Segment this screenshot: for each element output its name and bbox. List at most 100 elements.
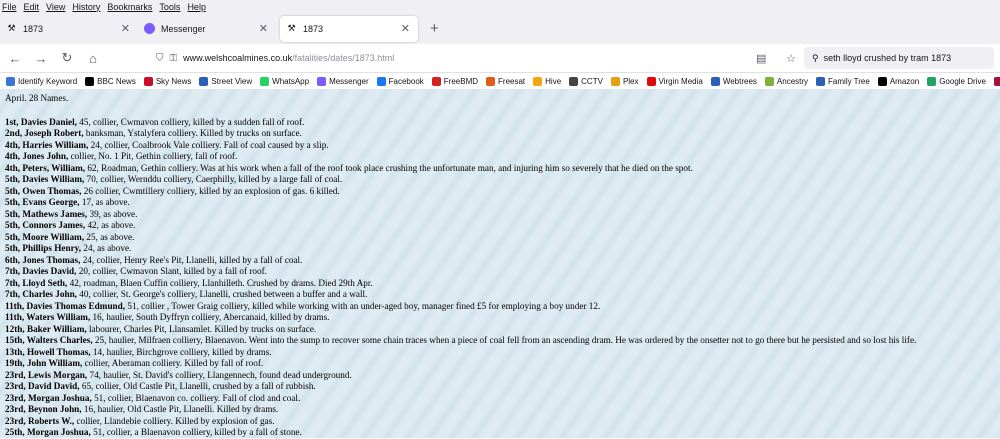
tab-1873-active[interactable]: ⚒ 1873 ✕ xyxy=(280,15,418,42)
reader-view-icon[interactable]: ▤ xyxy=(756,52,766,65)
menu-help[interactable]: Help xyxy=(187,2,206,12)
list-item: 6th, Jones Thomas, 24, collier, Henry Re… xyxy=(5,255,995,267)
entry-details: 42, as above. xyxy=(85,220,136,230)
entry-name: 15th, Walters Charles, xyxy=(5,335,93,345)
bookmark-icon xyxy=(877,76,887,86)
list-item: 5th, Moore William, 25, as above. xyxy=(5,232,995,244)
close-icon[interactable]: ✕ xyxy=(401,22,410,35)
entry-name: 25th, Morgan Joshua, xyxy=(5,427,91,437)
list-item: 5th, Evans George, 17, as above. xyxy=(5,197,995,209)
close-icon[interactable]: ✕ xyxy=(121,22,130,35)
entry-name: 23rd, Lewis Morgan, xyxy=(5,369,88,380)
menu-bar: File Edit View History Bookmarks Tools H… xyxy=(0,0,1000,13)
bookmark-item[interactable]: Virgin Media xyxy=(646,76,703,86)
bookmark-icon xyxy=(260,76,270,86)
list-item: 4th, Jones John, collier, No. 1 Pit, Get… xyxy=(5,151,995,163)
bookmark-icon xyxy=(993,76,1000,86)
close-icon[interactable]: ✕ xyxy=(259,22,268,35)
menu-tools[interactable]: Tools xyxy=(159,2,180,12)
search-box[interactable]: ⚲ seth lloyd crushed by tram 1873 xyxy=(804,47,994,69)
bookmark-label: Identify Keyword xyxy=(18,76,78,86)
bookmark-icon xyxy=(646,76,656,86)
menu-view[interactable]: View xyxy=(46,2,65,12)
list-item: 25th, Morgan Joshua, 51, collier, a Blae… xyxy=(5,427,995,439)
messenger-icon xyxy=(144,23,155,34)
bookmark-item[interactable]: Amazon xyxy=(877,76,919,86)
entry-details: 24, collier, Henry Ree's Pit, Llanelli, … xyxy=(80,254,303,265)
nav-bar: ← → ↻ ⌂ ⛉ ⚿ www.welshcoalmines.co.uk/fat… xyxy=(0,44,1000,73)
bookmark-item[interactable]: Facebook xyxy=(376,76,424,86)
bookmark-label: Plex xyxy=(622,76,639,86)
bookmark-star-icon[interactable]: ☆ xyxy=(786,52,796,65)
bookmark-item[interactable]: Webtrees xyxy=(710,76,757,86)
list-item: 12th, Baker William, labourer, Charles P… xyxy=(5,324,995,336)
bookmark-icon xyxy=(610,76,620,86)
menu-bookmarks[interactable]: Bookmarks xyxy=(107,2,152,12)
entry-name: 11th, Waters William, xyxy=(5,312,91,322)
entry-details: labourer, Charles Pit, Llansamlet. Kille… xyxy=(86,323,317,334)
entry-name: 4th, Jones John, xyxy=(5,151,69,161)
entry-details: 51, collier , Tower Graig colliery, kill… xyxy=(125,300,601,311)
bookmark-icon xyxy=(317,76,327,86)
entry-name: 23rd, Beynon John, xyxy=(5,404,82,414)
list-item: 15th, Walters Charles, 25, haulier, Milf… xyxy=(5,335,995,347)
home-button[interactable]: ⌂ xyxy=(82,51,104,66)
entry-details: 45, collier, Cwmavon colliery, killed by… xyxy=(76,116,305,127)
lock-icon[interactable]: ⚿ xyxy=(170,53,178,64)
entry-details: 70, collier, Wernddu colliery, Caerphill… xyxy=(84,174,343,184)
entry-name: 5th, Davies William, xyxy=(5,174,85,184)
bookmark-item[interactable]: Notebooks xyxy=(993,76,1000,86)
bookmark-item[interactable]: Google Drive xyxy=(927,76,986,86)
bookmark-item[interactable]: Hive xyxy=(533,76,561,86)
tab-strip: ⚒ 1873 ✕ Messenger ✕ ⚒ 1873 ✕ + xyxy=(0,13,1000,44)
bookmark-label: Facebook xyxy=(388,76,424,86)
reload-button[interactable]: ↻ xyxy=(56,50,78,66)
menu-file[interactable]: File xyxy=(2,2,17,12)
list-item: 7th, Davies David, 20, collier, Cwmavon … xyxy=(5,266,995,278)
list-item: 23rd, Morgan Joshua, 51, collier, Blaena… xyxy=(5,393,995,405)
url-bar[interactable]: ⛉ ⚿ www.welshcoalmines.co.uk/fatalities/… xyxy=(156,47,756,69)
entry-details: 17, as above. xyxy=(79,197,130,207)
list-item: 5th, Owen Thomas, 26 collier, Cwmtillery… xyxy=(5,186,995,198)
entry-name: 2nd, Joseph Robert, xyxy=(5,128,84,138)
bookmark-item[interactable]: Sky News xyxy=(143,76,191,86)
bookmark-item[interactable]: WhatsApp xyxy=(260,76,309,86)
bookmark-item[interactable]: Freesat xyxy=(486,76,525,86)
entry-name: 5th, Phillips Henry, xyxy=(5,243,82,253)
menu-history[interactable]: History xyxy=(72,2,100,12)
url-path: /fatalities/dates/1873.html xyxy=(292,53,395,63)
bookmark-label: Webtrees xyxy=(722,76,757,86)
tab-messenger[interactable]: Messenger ✕ xyxy=(138,16,276,42)
bookmark-item[interactable]: Identify Keyword xyxy=(6,76,78,86)
entry-details: banksman, Ystalyfera colliery. Killed by… xyxy=(83,128,302,138)
bookmark-item[interactable]: Street View xyxy=(199,76,252,86)
forward-button[interactable]: → xyxy=(30,51,52,66)
bookmark-item[interactable]: CCTV xyxy=(569,76,603,86)
list-item: 13th, Howell Thomas, 14, haulier, Birchg… xyxy=(5,347,995,359)
entry-details: 51, collier, a Blaenavon colliery, kille… xyxy=(90,427,302,437)
entry-details: 14, haulier, Birchgrove colliery, killed… xyxy=(90,346,272,357)
bookmark-item[interactable]: Family Tree xyxy=(816,76,870,86)
bookmark-label: Messenger xyxy=(329,76,369,86)
back-button[interactable]: ← xyxy=(4,51,26,66)
search-input[interactable]: seth lloyd crushed by tram 1873 xyxy=(824,53,952,63)
entry-name: 5th, Connors James, xyxy=(5,220,86,230)
bookmark-item[interactable]: FreeBMD xyxy=(431,76,478,86)
bookmark-icon xyxy=(6,76,15,86)
shield-icon[interactable]: ⛉ xyxy=(156,53,164,64)
entry-name: 7th, Lloyd Seth, xyxy=(5,277,68,288)
bookmark-item[interactable]: BBC News xyxy=(85,76,136,86)
entry-details: collier, No. 1 Pit, Gethin colliery, fal… xyxy=(68,151,238,161)
page-heading: April. 28 Names. xyxy=(5,93,69,103)
tab-1873-first[interactable]: ⚒ 1873 ✕ xyxy=(0,16,138,42)
new-tab-button[interactable]: + xyxy=(430,20,439,37)
url-actions: ▤ ☆ xyxy=(756,52,796,65)
menu-edit[interactable]: Edit xyxy=(24,2,40,12)
entry-name: 4th, Harries William, xyxy=(5,139,89,150)
bookmark-label: Family Tree xyxy=(828,76,870,86)
bookmark-item[interactable]: Messenger xyxy=(317,76,369,86)
bookmark-item[interactable]: Plex xyxy=(610,76,639,86)
bookmark-icon xyxy=(85,76,95,86)
bookmark-item[interactable]: Ancestry xyxy=(764,76,808,86)
list-item: 5th, Davies William, 70, collier, Werndd… xyxy=(5,174,995,186)
